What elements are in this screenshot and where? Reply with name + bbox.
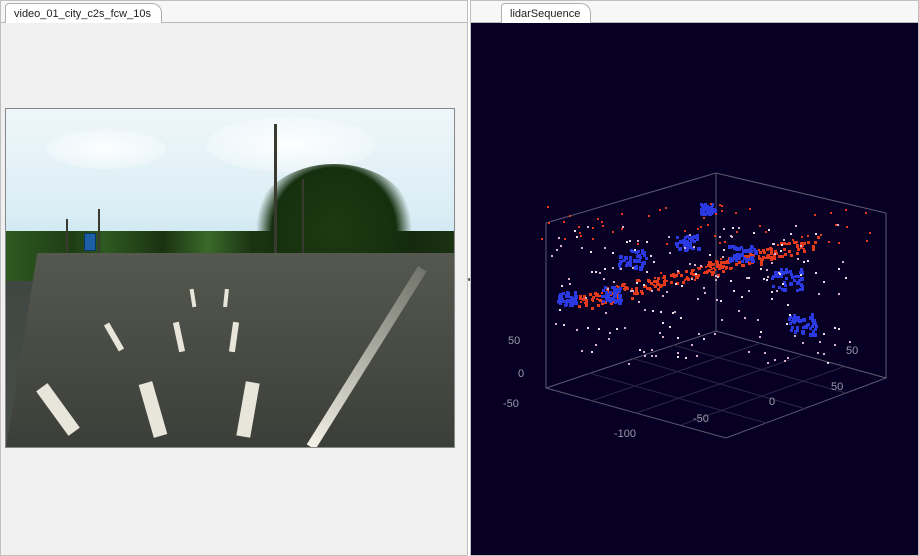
tick-y-n50: -50: [503, 398, 519, 410]
tab-lidar[interactable]: lidarSequence: [501, 3, 591, 23]
tick-x-n100: -100: [614, 428, 636, 440]
tab-video[interactable]: video_01_city_c2s_fcw_10s: [5, 3, 162, 23]
lidar-axes: [471, 23, 918, 555]
video-tabbar: video_01_city_c2s_fcw_10s: [1, 1, 467, 23]
tick-r-50: 50: [846, 345, 858, 357]
tick-x-0: 0: [769, 396, 775, 408]
lidar-panel: lidarSequence: [470, 0, 919, 556]
lidar-content[interactable]: 50 0 -50 -100 -50 0 50 50: [471, 23, 918, 555]
video-content[interactable]: [1, 23, 467, 555]
tick-x-50: 50: [831, 381, 843, 393]
video-frame: [5, 108, 455, 448]
tick-y-0: 0: [518, 368, 524, 380]
lidar-tabbar: lidarSequence: [471, 1, 918, 23]
app-root: video_01_city_c2s_fcw_10s: [0, 0, 919, 556]
tick-x-n50: -50: [693, 413, 709, 425]
tick-y-50: 50: [508, 335, 520, 347]
lidar-viewport[interactable]: 50 0 -50 -100 -50 0 50 50: [471, 23, 918, 555]
video-panel: video_01_city_c2s_fcw_10s: [0, 0, 468, 556]
